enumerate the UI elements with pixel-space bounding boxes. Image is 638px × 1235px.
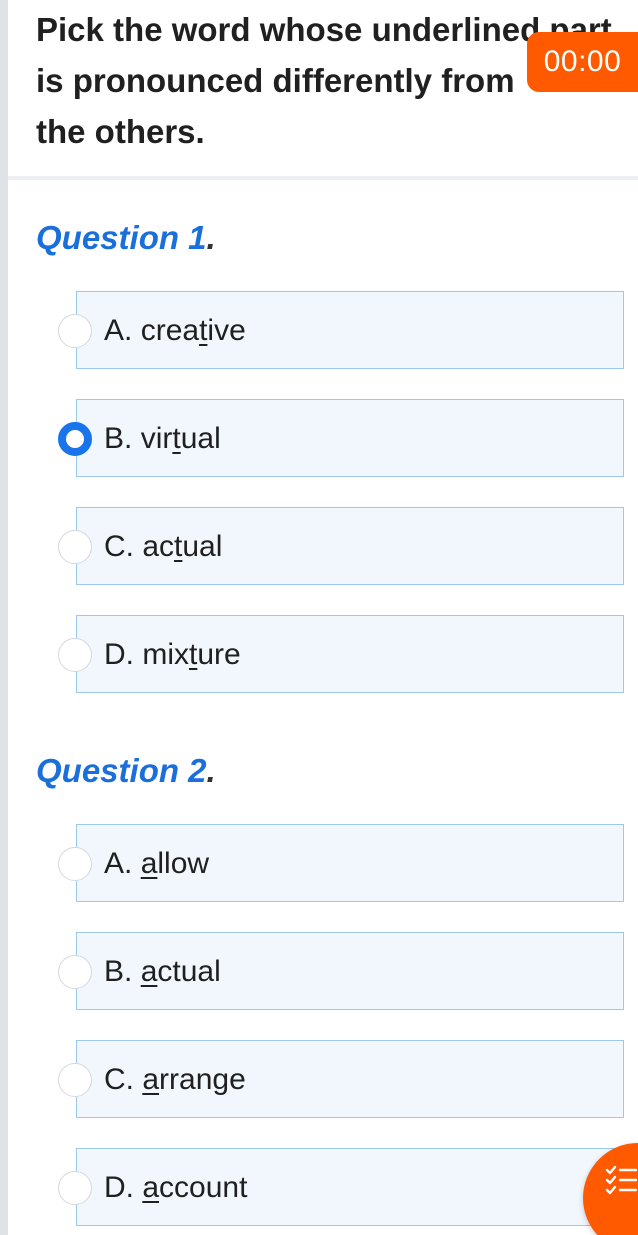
q1-option-b-radio[interactable] bbox=[58, 422, 92, 456]
instruction-line-3: the others. bbox=[36, 113, 205, 150]
question-1-title-text: Question 1 bbox=[36, 219, 207, 256]
q2-option-d-word: account bbox=[142, 1171, 247, 1204]
q2-option-a-letter: A. bbox=[104, 847, 133, 880]
q2-option-b-word: actual bbox=[141, 955, 221, 988]
q2-option-a-post: llow bbox=[157, 847, 210, 880]
q1-option-c-post: ual bbox=[182, 530, 223, 563]
q1-option-b-post: ual bbox=[180, 422, 221, 455]
q1-option-d-post: ure bbox=[197, 638, 241, 671]
q1-option-a-label[interactable]: A. creative bbox=[104, 311, 246, 351]
q2-option-b-post: ctual bbox=[157, 955, 221, 988]
q2-option-b-letter: B. bbox=[104, 955, 133, 988]
q2-option-c-radio[interactable] bbox=[58, 1063, 92, 1097]
q2-option-c-underlined: a bbox=[142, 1063, 160, 1096]
question-2-title: Question 2. bbox=[36, 751, 216, 791]
question-1-title: Question 1. bbox=[36, 218, 216, 258]
q2-option-c-label[interactable]: C. arrange bbox=[104, 1060, 246, 1100]
q1-option-b-letter: B. bbox=[104, 422, 133, 455]
q1-option-b-underlined: t bbox=[172, 422, 181, 455]
q2-option-d-post: ccount bbox=[159, 1171, 248, 1204]
q1-option-a-word: creative bbox=[141, 314, 246, 347]
left-rail bbox=[0, 0, 8, 1235]
q2-option-d-letter: D. bbox=[104, 1171, 134, 1204]
timer-badge: 00:00 bbox=[527, 32, 638, 92]
q2-option-a-underlined: a bbox=[140, 847, 158, 880]
q1-option-c-word: actual bbox=[142, 530, 222, 563]
section-divider bbox=[8, 176, 638, 180]
q2-option-b-label[interactable]: B. actual bbox=[104, 952, 221, 992]
q2-option-d-label[interactable]: D. account bbox=[104, 1168, 247, 1208]
q2-option-b-radio[interactable] bbox=[58, 955, 92, 989]
q1-option-c-radio[interactable] bbox=[58, 530, 92, 564]
question-1-title-dot: . bbox=[206, 219, 216, 256]
q1-option-d-label[interactable]: D. mixture bbox=[104, 635, 241, 675]
q1-option-d-pre: mix bbox=[142, 638, 189, 671]
q1-option-a-letter: A. bbox=[104, 314, 133, 347]
question-list-icon bbox=[605, 1165, 638, 1195]
q2-option-d-radio[interactable] bbox=[58, 1171, 92, 1205]
question-2-title-dot: . bbox=[206, 752, 216, 789]
q1-option-d-word: mixture bbox=[142, 638, 240, 671]
q1-option-a-pre: crea bbox=[140, 314, 200, 347]
q2-option-b-underlined: a bbox=[140, 955, 158, 988]
q1-option-c-label[interactable]: C. actual bbox=[104, 527, 222, 567]
q2-option-c-post: rrange bbox=[159, 1063, 246, 1096]
q2-option-d-underlined: a bbox=[142, 1171, 160, 1204]
q1-option-a-post: ive bbox=[207, 314, 246, 347]
q2-option-c-word: arrange bbox=[142, 1063, 245, 1096]
q1-option-c-letter: C. bbox=[104, 530, 134, 563]
q2-option-a-label[interactable]: A. allow bbox=[104, 844, 209, 884]
q1-option-d-letter: D. bbox=[104, 638, 134, 671]
q2-option-a-radio[interactable] bbox=[58, 847, 92, 881]
q1-option-c-pre: ac bbox=[142, 530, 175, 563]
q1-option-b-word: virtual bbox=[141, 422, 221, 455]
quiz-page: Pick the word whose underlined part is p… bbox=[0, 0, 638, 1235]
q2-option-a-word: allow bbox=[141, 847, 209, 880]
q1-option-d-radio[interactable] bbox=[58, 638, 92, 672]
question-2-title-text: Question 2 bbox=[36, 752, 207, 789]
q1-option-a-radio[interactable] bbox=[58, 314, 92, 348]
q1-option-b-label[interactable]: B. virtual bbox=[104, 419, 221, 459]
q1-option-b-pre: vir bbox=[140, 422, 173, 455]
q2-option-c-letter: C. bbox=[104, 1063, 134, 1096]
